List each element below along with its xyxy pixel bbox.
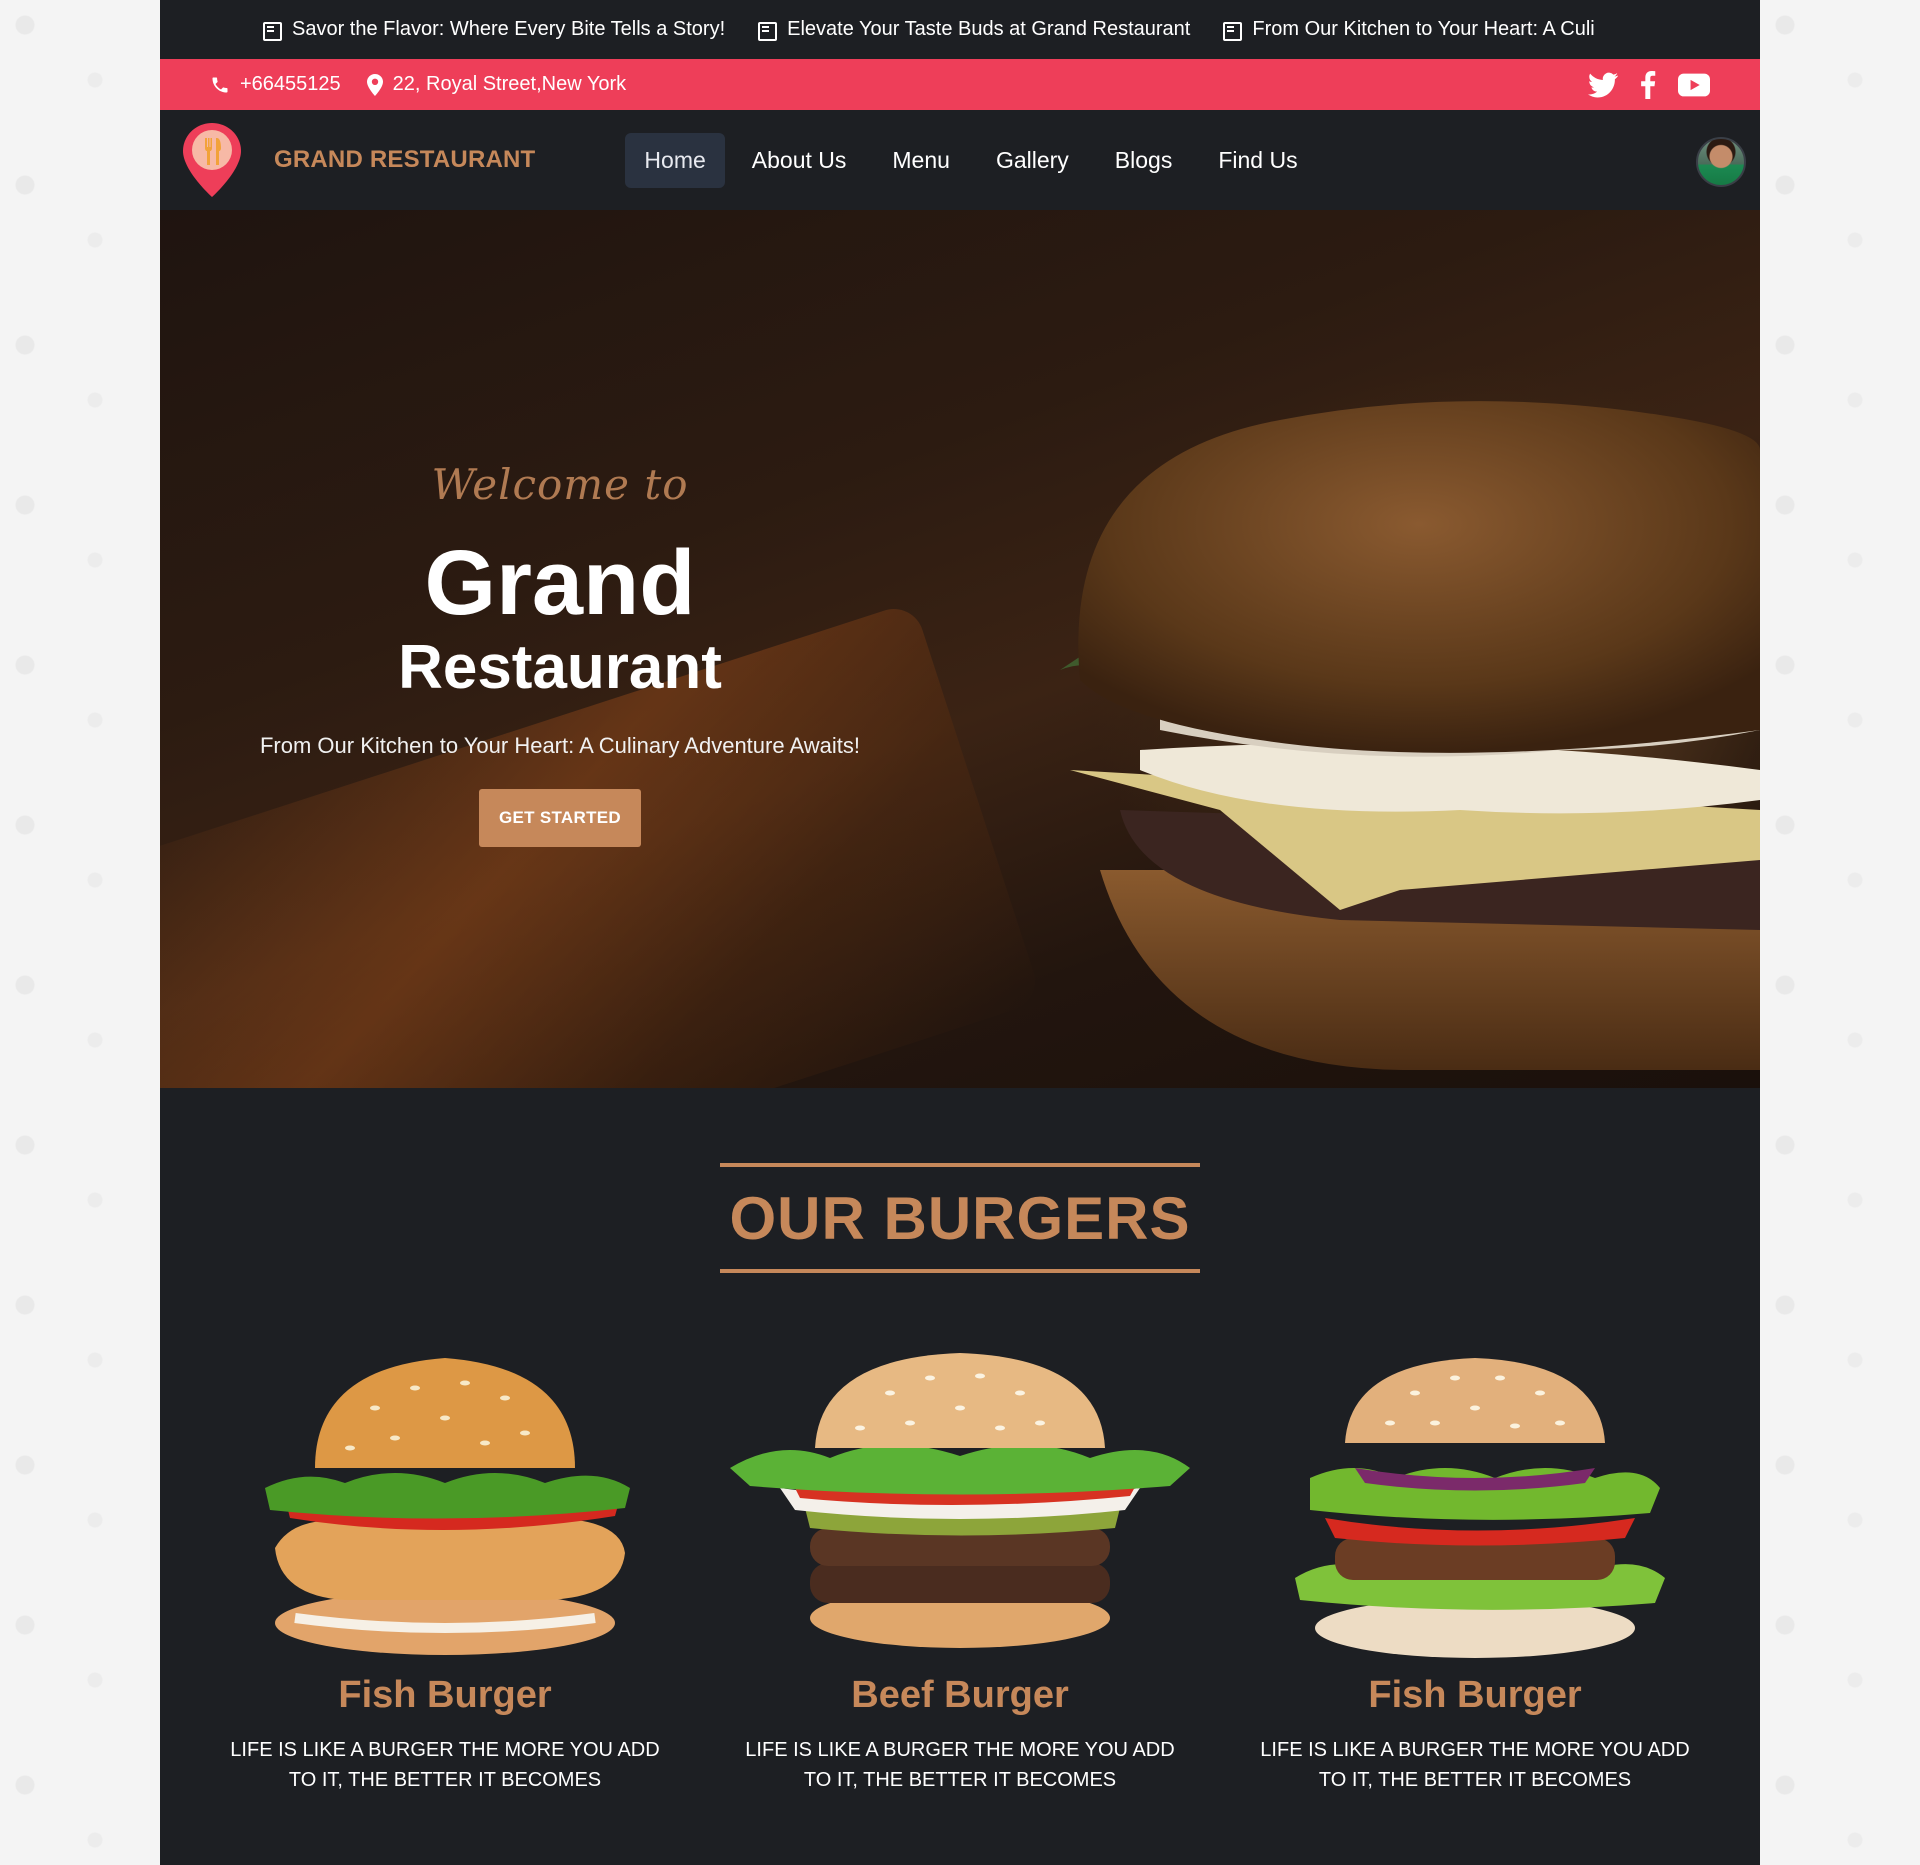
location-pin-icon [366,73,383,96]
nav-home[interactable]: Home [625,132,725,188]
user-avatar[interactable] [1696,137,1746,187]
burgers-section: OUR BURGERS Fish Burger LIFE IS LIKE A B… [160,1088,1760,1865]
nav-find-us[interactable]: Find Us [1199,133,1316,188]
newspaper-icon [1220,22,1243,41]
nav-menu-link[interactable]: Menu [873,133,969,188]
section-title: OUR BURGERS [729,1184,1191,1252]
brand-name[interactable]: GRAND RESTAURANT [274,146,535,174]
page-frame: Savor the Flavor: Where Every Bite Tells… [160,0,1760,1865]
social-links [1588,70,1710,99]
address-text: 22, Royal Street,New York [392,73,627,95]
phone-contact[interactable]: +66455125 [210,73,341,96]
ticker-item: Elevate Your Taste Buds at Grand Restaur… [755,18,1190,41]
main-navbar: GRAND RESTAURANT Home About Us Menu Gall… [160,110,1760,210]
burger-description: LIFE IS LIKE A BURGER THE MORE YOU ADD T… [745,1739,1175,1791]
nav-menu: Home About Us Menu Gallery Blogs Find Us [625,132,1316,188]
youtube-icon[interactable] [1678,73,1710,97]
burger-name: Fish Burger [1368,1674,1582,1716]
ticker-item: Savor the Flavor: Where Every Bite Tells… [260,18,725,41]
restaurant-logo-icon[interactable] [180,121,244,199]
twitter-icon[interactable] [1588,72,1618,98]
contact-bar: +66455125 22, Royal Street,New York [160,59,1760,110]
hero-subtitle: From Our Kitchen to Your Heart: A Culina… [259,733,860,759]
newspaper-icon [260,22,282,41]
ticker-text: Elevate Your Taste Buds at Grand Restaur… [787,18,1191,40]
burger-card[interactable]: Fish Burger LIFE IS LIKE A BURGER THE MO… [1235,1338,1715,1795]
news-ticker: Savor the Flavor: Where Every Bite Tells… [160,0,1760,59]
burger-card[interactable]: Fish Burger LIFE IS LIKE A BURGER THE MO… [205,1338,685,1795]
fish-burger-image-2 [1295,1358,1665,1658]
newspaper-icon [755,22,778,41]
burger-name: Fish Burger [338,1674,552,1716]
burger-description: LIFE IS LIKE A BURGER THE MORE YOU ADD T… [230,1739,660,1791]
address-contact[interactable]: 22, Royal Street,New York [366,73,627,96]
nav-about-us[interactable]: About Us [733,133,866,188]
phone-number: +66455125 [240,73,341,95]
burger-description: LIFE IS LIKE A BURGER THE MORE YOU ADD T… [1260,1739,1690,1791]
section-heading: OUR BURGERS [720,1163,1200,1273]
hero-title-line1: Grand [424,532,696,634]
beef-burger-image [730,1353,1190,1648]
ticker-text: From Our Kitchen to Your Heart: A Culi [1252,18,1595,40]
hero-welcome: Welcome to [431,460,689,509]
burger-name: Beef Burger [851,1674,1069,1716]
ticker-item: From Our Kitchen to Your Heart: A Culi [1220,18,1595,41]
hero-title-line2: Restaurant [398,633,722,702]
burger-card[interactable]: Beef Burger LIFE IS LIKE A BURGER THE MO… [720,1338,1200,1795]
phone-icon [212,77,228,92]
hero-section: Welcome to Grand Restaurant From Our Kit… [160,210,1760,1088]
nav-gallery[interactable]: Gallery [977,133,1088,188]
fish-burger-image [265,1358,630,1655]
get-started-button[interactable]: GET STARTED [479,789,641,848]
hero-content: Welcome to Grand Restaurant From Our Kit… [160,460,960,848]
ticker-text: Savor the Flavor: Where Every Bite Tells… [292,18,726,40]
facebook-icon[interactable] [1640,70,1656,99]
nav-blogs[interactable]: Blogs [1096,133,1192,188]
